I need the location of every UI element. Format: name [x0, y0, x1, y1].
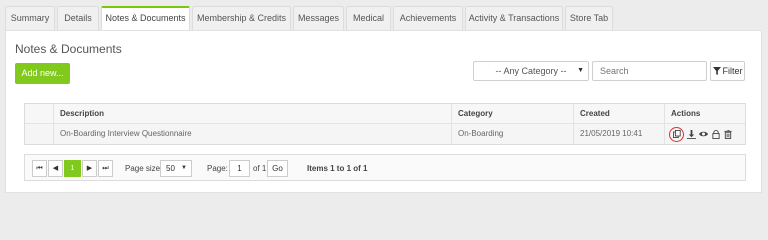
row-created: 21/05/2019 10:41: [573, 124, 664, 144]
header-select-cell: [25, 104, 53, 123]
row-description: On-Boarding Interview Questionnaire: [53, 124, 451, 144]
last-page-button[interactable]: ⏭: [98, 160, 113, 177]
table-header: Description Category Created Actions: [25, 104, 745, 124]
page-title: Notes & Documents: [15, 42, 122, 56]
table-row[interactable]: On-Boarding Interview Questionnaire On-B…: [25, 124, 745, 144]
page-size-value: 50: [166, 164, 175, 173]
tab-summary[interactable]: Summary: [5, 6, 55, 30]
tab-medical[interactable]: Medical: [346, 6, 391, 30]
tab-notes-documents[interactable]: Notes & Documents: [101, 6, 190, 31]
header-created[interactable]: Created: [573, 104, 664, 123]
tab-membership-credits[interactable]: Membership & Credits: [192, 6, 291, 30]
filter-button[interactable]: Filter: [710, 61, 745, 81]
add-new-button[interactable]: Add new...: [15, 63, 70, 84]
tab-store[interactable]: Store Tab: [565, 6, 613, 30]
download-icon[interactable]: [687, 129, 696, 139]
page-label: Page:: [207, 164, 228, 173]
chevron-down-icon: ▼: [577, 67, 584, 74]
go-button[interactable]: Go: [267, 160, 288, 177]
header-category[interactable]: Category: [451, 104, 573, 123]
copy-icon[interactable]: [669, 126, 684, 142]
filter-icon: [712, 67, 721, 75]
first-page-button[interactable]: ⏮: [32, 160, 47, 177]
pager: ⏮ ◀ 1 ▶ ⏭ Page size: 50 ▼ Page: 1 of 1 G…: [24, 154, 746, 181]
prev-page-button[interactable]: ◀: [48, 160, 63, 177]
search-input[interactable]: [592, 61, 707, 81]
notes-documents-panel: Notes & Documents Add new... -- Any Cate…: [5, 30, 762, 193]
view-icon[interactable]: [699, 130, 708, 139]
row-select-cell[interactable]: [25, 124, 53, 144]
next-page-button[interactable]: ▶: [82, 160, 97, 177]
tab-achievements[interactable]: Achievements: [393, 6, 463, 30]
page-1-button[interactable]: 1: [64, 160, 81, 177]
tab-messages[interactable]: Messages: [293, 6, 344, 30]
documents-table: Description Category Created Actions On-…: [24, 103, 746, 145]
page-number-input[interactable]: 1: [229, 160, 250, 177]
row-actions: [664, 124, 747, 144]
header-description[interactable]: Description: [53, 104, 451, 123]
row-category: On-Boarding: [451, 124, 573, 144]
filter-button-label: Filter: [722, 66, 743, 76]
category-select-value: -- Any Category --: [495, 66, 567, 76]
tab-details[interactable]: Details: [57, 6, 99, 30]
lock-icon[interactable]: [711, 129, 720, 139]
chevron-down-icon: ▼: [181, 165, 187, 171]
tab-activity-transactions[interactable]: Activity & Transactions: [465, 6, 563, 30]
header-actions: Actions: [664, 104, 747, 123]
delete-icon[interactable]: [723, 129, 732, 139]
page-count-label: of 1: [253, 164, 267, 173]
category-select[interactable]: -- Any Category -- ▼: [473, 61, 589, 81]
page-size-select[interactable]: 50 ▼: [160, 160, 192, 177]
items-info: Items 1 to 1 of 1: [307, 164, 368, 173]
page-size-label: Page size:: [125, 164, 163, 173]
